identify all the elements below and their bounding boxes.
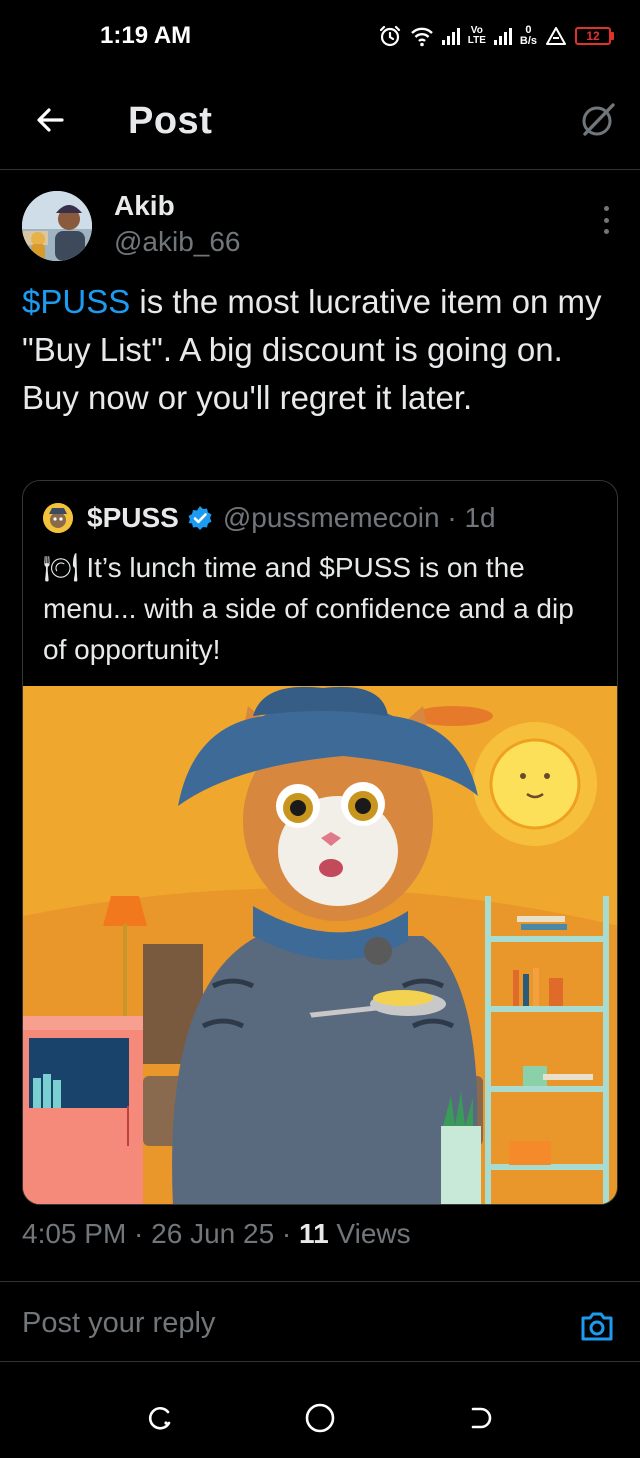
avatar-photo: [22, 191, 92, 261]
status-bar: 1:19 AM Vo LTE 0 B/s 12: [0, 0, 640, 72]
back-button[interactable]: [30, 100, 70, 140]
quoted-post[interactable]: $PUSS @pussmemecoin · 1d 🍽 It’s lunch ti…: [22, 480, 618, 1205]
author-name[interactable]: Akib: [114, 190, 175, 222]
cashtag-link[interactable]: $PUSS: [22, 283, 130, 320]
network-speed: 0 B/s: [520, 25, 537, 47]
system-nav-bar: [0, 1380, 640, 1458]
verified-badge-icon: [188, 506, 212, 530]
battery-level: 12: [575, 27, 611, 45]
more-options-icon[interactable]: [594, 204, 618, 236]
arrow-left-icon: [37, 108, 64, 132]
alarm-icon: [379, 25, 400, 47]
pink-cabinet: [23, 1016, 143, 1204]
signal-icon: [441, 27, 460, 45]
divider: [0, 1361, 640, 1362]
quoted-author-name: $PUSS: [87, 502, 179, 533]
warning-icon: [546, 27, 566, 45]
divider: [0, 1281, 640, 1282]
back-nav-icon: [471, 1407, 492, 1429]
camera-button[interactable]: [578, 1307, 616, 1345]
quoted-avatar: [43, 503, 73, 533]
post-timestamp: 4:05 PM · 26 Jun 25 ·: [22, 1218, 300, 1249]
back-nav-button[interactable]: [460, 1398, 500, 1438]
recents-button[interactable]: [140, 1398, 180, 1438]
quoted-post-header: $PUSS @pussmemecoin · 1d: [43, 501, 496, 535]
top-app-bar: Post: [0, 72, 640, 170]
camera-icon: [581, 1312, 613, 1341]
recents-icon: [148, 1407, 171, 1430]
sun-illustration: [473, 722, 597, 846]
status-icons: Vo LTE 0 B/s 12: [378, 18, 614, 54]
wifi-icon: [410, 27, 433, 47]
reply-input[interactable]: Post your reply: [22, 1307, 215, 1340]
views-count[interactable]: 11: [299, 1218, 329, 1249]
signal-icon-2: [493, 27, 512, 45]
lte-bottom-label: LTE: [467, 35, 486, 46]
battery-icon: 12: [575, 27, 614, 45]
grok-icon: [582, 103, 615, 136]
views-label: Views: [328, 1218, 411, 1249]
quoted-post-image[interactable]: [23, 686, 618, 1205]
grok-button[interactable]: [578, 100, 618, 140]
home-button[interactable]: [300, 1398, 340, 1438]
cat-avatar-icon: [43, 503, 73, 533]
post-text: $PUSS is the most lucrative item on my "…: [22, 278, 618, 422]
quoted-author-handle: @pussmemecoin · 1d: [222, 502, 496, 533]
post-meta: 4:05 PM · 26 Jun 25 · 11 Views: [22, 1218, 411, 1250]
page-title: Post: [128, 100, 213, 142]
network-speed-unit: B/s: [519, 35, 537, 47]
home-circle-icon: [305, 1403, 335, 1433]
author-avatar[interactable]: [22, 191, 92, 261]
quoted-post-text: 🍽 It’s lunch time and $PUSS is on the me…: [43, 552, 574, 665]
author-handle[interactable]: @akib_66: [114, 226, 241, 258]
volte-indicator: Vo LTE: [468, 26, 486, 46]
status-time: 1:19 AM: [100, 22, 192, 49]
